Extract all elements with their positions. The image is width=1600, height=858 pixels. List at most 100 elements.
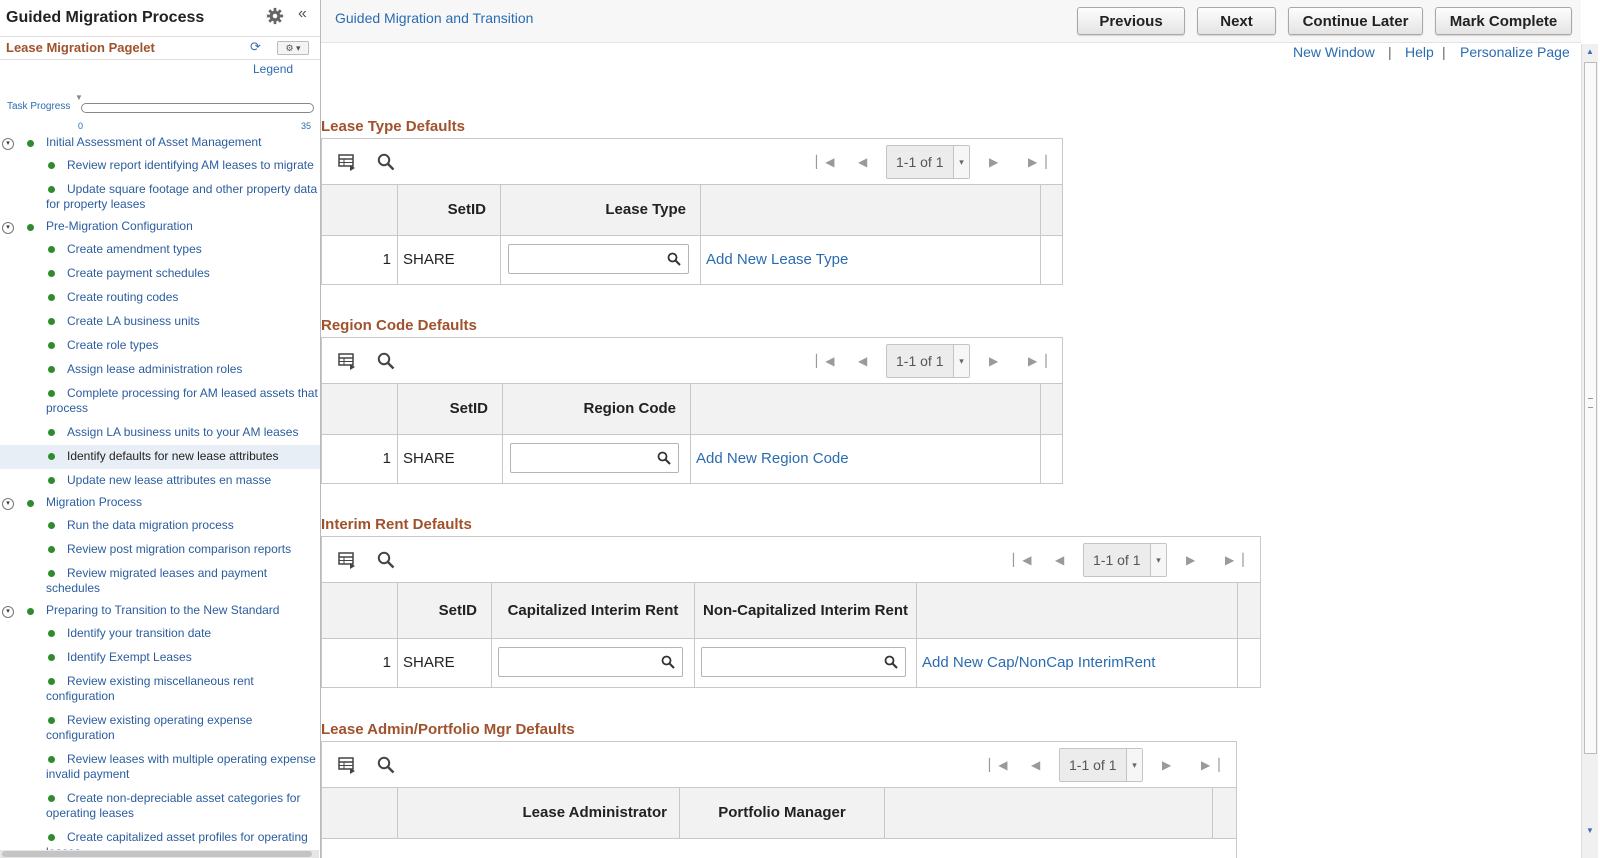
last-page-icon[interactable]: ▶▕ [1225, 553, 1243, 567]
lease-type-input-field[interactable] [513, 254, 661, 282]
scroll-down-icon[interactable]: ▼ [1584, 825, 1596, 837]
search-icon[interactable] [377, 153, 395, 171]
collapse-toggle-icon[interactable]: ▾ [2, 606, 14, 618]
previous-page-icon[interactable]: ◀ [858, 155, 867, 169]
search-icon[interactable] [377, 352, 395, 370]
tree-task[interactable]: Create role types [0, 334, 320, 358]
mark-complete-button[interactable]: Mark Complete [1435, 7, 1572, 35]
collapse-toggle-icon[interactable]: ▾ [2, 222, 14, 234]
lookup-icon[interactable] [657, 451, 671, 465]
chevron-down-icon[interactable]: ▾ [953, 345, 969, 377]
tree-section[interactable]: ▾ Preparing to Transition to the New Stan… [0, 601, 320, 622]
help-link[interactable]: Help [1405, 44, 1434, 60]
tree-item-label[interactable]: Create amendment types [46, 242, 320, 257]
tree-item-label[interactable]: Create payment schedules [46, 266, 320, 281]
tree-item-label[interactable]: Create routing codes [46, 290, 320, 305]
tree-task[interactable]: Complete processing for AM leased assets… [0, 382, 320, 421]
tree-section[interactable]: ▾ Pre-Migration Configuration [0, 217, 320, 238]
previous-page-icon[interactable]: ◀ [1031, 758, 1040, 772]
tree-item-label[interactable]: Preparing to Transition to the New Stand… [46, 603, 320, 618]
tree-task[interactable]: Review report identifying AM leases to m… [0, 154, 320, 178]
tree-item-label[interactable]: Review migrated leases and payment sched… [46, 566, 320, 596]
pagelet-options-button[interactable]: ⚙ ▾ [277, 41, 309, 55]
tree-task[interactable]: Review migrated leases and payment sched… [0, 562, 320, 601]
lookup-icon[interactable] [884, 655, 898, 669]
tree-task[interactable]: Identify your transition date [0, 622, 320, 646]
collapse-toggle-icon[interactable]: ▾ [2, 138, 14, 150]
region-code-input[interactable] [510, 443, 679, 481]
personalize-page-link[interactable]: Personalize Page [1460, 44, 1570, 60]
tree-section[interactable]: ▾ Migration Process [0, 493, 320, 514]
last-page-icon[interactable]: ▶▕ [1028, 354, 1046, 368]
region-code-input-field[interactable] [515, 453, 653, 481]
tree-task[interactable]: Review post migration comparison reports [0, 538, 320, 562]
personalize-grid-icon[interactable] [338, 551, 356, 569]
previous-button[interactable]: Previous [1077, 7, 1185, 35]
tree-item-label[interactable]: Review existing miscellaneous rent confi… [46, 674, 320, 704]
scroll-up-icon[interactable]: ▲ [1584, 46, 1596, 58]
next-button[interactable]: Next [1197, 7, 1276, 35]
tree-item-label[interactable]: Review existing operating expense config… [46, 713, 320, 743]
tree-task[interactable]: Assign LA business units to your AM leas… [0, 421, 320, 445]
tree-task[interactable]: Run the data migration process [0, 514, 320, 538]
tree-task[interactable]: Review leases with multiple operating ex… [0, 748, 320, 787]
next-page-icon[interactable]: ▶ [1162, 758, 1171, 772]
next-page-icon[interactable]: ▶ [989, 155, 998, 169]
tree-task[interactable]: Identify defaults for new lease attribut… [0, 445, 320, 469]
tree-item-label[interactable]: Pre-Migration Configuration [46, 219, 320, 234]
chevron-down-icon[interactable]: ▾ [1150, 544, 1166, 576]
continue-later-button[interactable]: Continue Later [1288, 7, 1423, 35]
tree-task[interactable]: Update new lease attributes en masse [0, 469, 320, 493]
row-pager[interactable]: 1-1 of 1 ▾ [886, 344, 970, 378]
vertical-scrollbar[interactable]: ▲ ▼ [1581, 44, 1598, 858]
last-page-icon[interactable]: ▶▕ [1201, 758, 1219, 772]
legend-link[interactable]: Legend [253, 62, 293, 76]
tree-item-label[interactable]: Update square footage and other property… [46, 182, 320, 212]
tree-item-label[interactable]: Complete processing for AM leased assets… [46, 386, 320, 416]
tree-item-label[interactable]: Create role types [46, 338, 320, 353]
non-capitalized-interim-rent-input[interactable] [701, 647, 906, 685]
lookup-icon[interactable] [667, 252, 681, 266]
tree-task[interactable]: Identify Exempt Leases [0, 646, 320, 670]
non-capitalized-interim-rent-field[interactable] [706, 657, 873, 685]
chevron-down-icon[interactable]: ▾ [953, 146, 969, 178]
tree-item-label[interactable]: Migration Process [46, 495, 320, 510]
tree-item-label[interactable]: Create LA business units [46, 314, 320, 329]
new-window-link[interactable]: New Window [1293, 44, 1375, 60]
tree-task[interactable]: Update square footage and other property… [0, 178, 320, 217]
tree-task[interactable]: Create amendment types [0, 238, 320, 262]
left-pane-horizontal-scrollbar[interactable] [0, 850, 319, 858]
personalize-grid-icon[interactable] [338, 352, 356, 370]
first-page-icon[interactable]: ▏◀ [816, 354, 834, 368]
tree-item-label[interactable]: Identify Exempt Leases [46, 650, 320, 665]
refresh-icon[interactable]: ⟳ [250, 39, 261, 55]
gear-icon[interactable] [266, 7, 284, 25]
personalize-grid-icon[interactable] [338, 756, 356, 774]
collapse-toggle-icon[interactable]: ▾ [2, 498, 14, 510]
capitalized-interim-rent-input[interactable] [498, 647, 683, 685]
tree-item-label[interactable]: Assign LA business units to your AM leas… [46, 425, 320, 440]
tree-task[interactable]: Review existing miscellaneous rent confi… [0, 670, 320, 709]
scroll-thumb[interactable] [1584, 62, 1597, 754]
row-pager[interactable]: 1-1 of 1 ▾ [1083, 543, 1167, 577]
previous-page-icon[interactable]: ◀ [1055, 553, 1064, 567]
first-page-icon[interactable]: ▏◀ [1013, 553, 1031, 567]
search-icon[interactable] [377, 756, 395, 774]
capitalized-interim-rent-field[interactable] [503, 657, 654, 685]
tree-task[interactable]: Create LA business units [0, 310, 320, 334]
tree-task[interactable]: Create payment schedules [0, 262, 320, 286]
personalize-grid-icon[interactable] [338, 153, 356, 171]
tree-item-label[interactable]: Update new lease attributes en masse [46, 473, 320, 488]
tree-section[interactable]: ▾ Initial Assessment of Asset Management [0, 133, 320, 154]
tree-item-label[interactable]: Identify defaults for new lease attribut… [46, 449, 320, 464]
next-page-icon[interactable]: ▶ [1186, 553, 1195, 567]
tree-item-label[interactable]: Initial Assessment of Asset Management [46, 135, 320, 150]
collapse-pane-icon[interactable]: « [298, 5, 307, 23]
chevron-down-icon[interactable]: ▾ [1126, 749, 1142, 781]
tree-item-label[interactable]: Identify your transition date [46, 626, 320, 641]
row-pager[interactable]: 1-1 of 1 ▾ [886, 145, 970, 179]
tree-task[interactable]: Create non-depreciable asset categories … [0, 787, 320, 826]
tree-task[interactable]: Review existing operating expense config… [0, 709, 320, 748]
first-page-icon[interactable]: ▏◀ [816, 155, 834, 169]
search-icon[interactable] [377, 551, 395, 569]
